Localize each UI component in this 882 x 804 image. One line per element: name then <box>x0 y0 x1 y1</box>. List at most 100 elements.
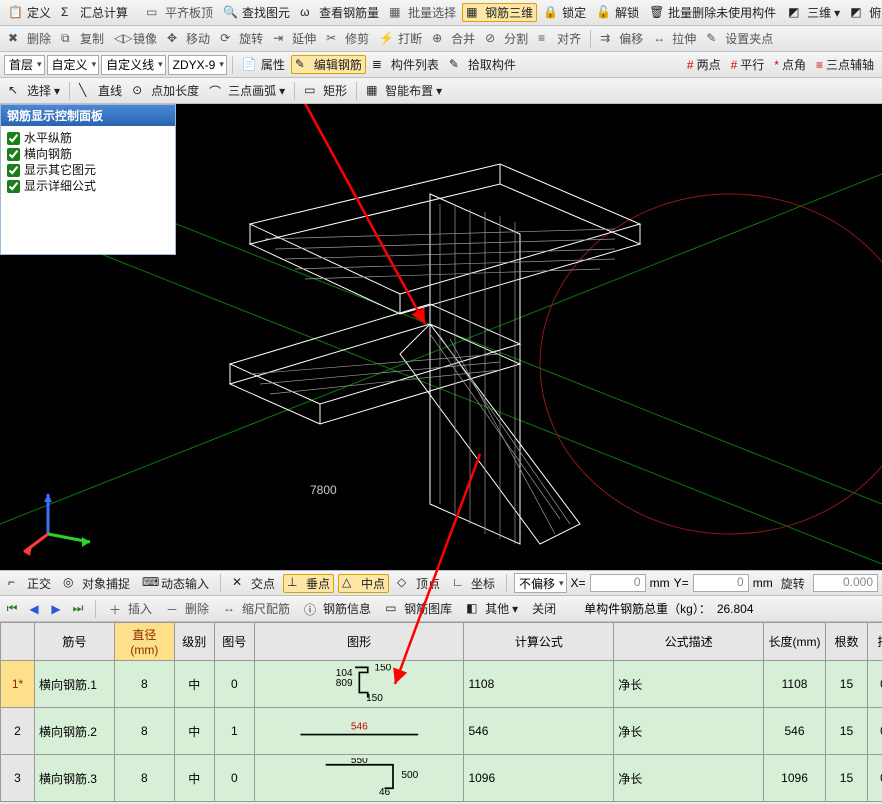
break-button[interactable]: ⚡打断 <box>375 29 426 48</box>
cell[interactable]: 中 <box>174 708 214 755</box>
persp-button[interactable]: ◩俯视▾ <box>846 3 882 22</box>
editrebar-button[interactable]: ✎编辑钢筋 <box>291 55 366 74</box>
cell[interactable]: 横向钢筋.1 <box>34 661 114 708</box>
stretch-button[interactable]: ↔拉伸 <box>649 29 700 48</box>
arc3-button[interactable]: ⌒三点画弧▾ <box>205 81 289 100</box>
rotlbl[interactable]: 旋转 <box>777 574 809 593</box>
customline-dropdown[interactable]: 自定义线▾ <box>101 55 166 75</box>
cell[interactable]: 1* <box>1 661 35 708</box>
cell[interactable]: 546 <box>254 708 464 755</box>
batchdel-button[interactable]: 🗑批量删除未使用构件 <box>645 3 780 22</box>
cell[interactable]: 0 <box>214 755 254 802</box>
trim-button[interactable]: ✂修剪 <box>322 29 373 48</box>
move-button[interactable]: ✥移动 <box>163 29 214 48</box>
perp-snap[interactable]: ⊥垂点 <box>283 574 334 593</box>
cell[interactable]: 0 <box>867 755 882 802</box>
col-7[interactable]: 公式描述 <box>614 623 764 661</box>
define-button[interactable]: 📋定义 <box>4 3 55 22</box>
offset-button[interactable]: ⇉偏移 <box>596 29 647 48</box>
cell[interactable]: 中 <box>174 661 214 708</box>
col-8[interactable]: 长度(mm) <box>764 623 826 661</box>
parallel-button[interactable]: #平行 <box>727 55 769 74</box>
cell[interactable]: 1108 <box>464 661 614 708</box>
cell[interactable]: 净长 <box>614 755 764 802</box>
table-row[interactable]: 1*横向钢筋.18中01501048091501108净长1108150 <box>1 661 882 708</box>
twopoint-button[interactable]: #两点 <box>683 55 725 74</box>
floor-dropdown[interactable]: 首层▾ <box>4 55 45 75</box>
close-button[interactable]: 关闭 <box>528 599 560 618</box>
rebarinfo-button[interactable]: ⓘ钢筋信息 <box>300 599 375 618</box>
col-3[interactable]: 级别 <box>174 623 214 661</box>
custom-dropdown[interactable]: 自定义▾ <box>47 55 100 75</box>
mirror-button[interactable]: ◁▷镜像 <box>110 29 161 48</box>
cell[interactable]: 0 <box>867 661 882 708</box>
cell[interactable]: 8 <box>114 708 174 755</box>
dyninput-toggle[interactable]: ⌨动态输入 <box>138 574 213 593</box>
vertex-snap[interactable]: ◇顶点 <box>393 574 444 593</box>
cell[interactable]: 1096 <box>764 755 826 802</box>
table-row[interactable]: 2横向钢筋.28中1546546净长546150 <box>1 708 882 755</box>
cell[interactable]: 8 <box>114 755 174 802</box>
cell[interactable]: 净长 <box>614 661 764 708</box>
osnap-toggle[interactable]: ◎对象捕捉 <box>59 574 134 593</box>
cell[interactable]: 0 <box>867 708 882 755</box>
col-9[interactable]: 根数 <box>826 623 868 661</box>
cell[interactable]: 55050046 <box>254 755 464 802</box>
cell[interactable]: 150104809150 <box>254 661 464 708</box>
cell[interactable]: 8 <box>114 661 174 708</box>
next-button[interactable]: ▶ <box>48 601 64 617</box>
addlen-button[interactable]: ⊙点加长度 <box>128 81 203 100</box>
ptangle-button[interactable]: *点角 <box>770 55 810 74</box>
rotate-button[interactable]: ⟳旋转 <box>216 29 267 48</box>
split-button[interactable]: ⊘分割 <box>481 29 532 48</box>
cell[interactable]: 1108 <box>764 661 826 708</box>
chk-showother[interactable]: 显示其它图元 <box>7 162 169 178</box>
flat-button[interactable]: ▭平齐板顶 <box>142 3 217 22</box>
code-dropdown[interactable]: ZDYX-9▾ <box>168 55 227 75</box>
merge-button[interactable]: ⊕合并 <box>428 29 479 48</box>
intersect-snap[interactable]: ✕交点 <box>228 574 279 593</box>
col-6[interactable]: 计算公式 <box>464 623 614 661</box>
ortho-toggle[interactable]: ⌐正交 <box>4 574 55 593</box>
threeaux-button[interactable]: ≡三点辅轴 <box>812 55 878 74</box>
first-button[interactable]: ⏮ <box>4 601 20 617</box>
scale-button[interactable]: ↔缩尺配筋 <box>219 599 294 618</box>
grip-button[interactable]: ✎设置夹点 <box>702 29 777 48</box>
rot-input[interactable]: 0.000 <box>813 574 878 592</box>
delete-row-button[interactable]: －删除 <box>162 599 213 618</box>
cell[interactable]: 3 <box>1 755 35 802</box>
attr-button[interactable]: 📄属性 <box>238 55 289 74</box>
prev-button[interactable]: ◀ <box>26 601 42 617</box>
smart-button[interactable]: ▦智能布置▾ <box>362 81 446 100</box>
col-2[interactable]: 直径(mm) <box>114 623 174 661</box>
cell[interactable]: 15 <box>826 755 868 802</box>
cell[interactable]: 0 <box>214 661 254 708</box>
complist-button[interactable]: ≣构件列表 <box>368 55 443 74</box>
coord-snap[interactable]: ∟坐标 <box>448 574 499 593</box>
view3d-button[interactable]: ◩三维▾ <box>784 3 844 22</box>
x-input[interactable]: 0 <box>590 574 646 592</box>
rebarqty-button[interactable]: ω查看钢筋量 <box>296 3 383 22</box>
cell[interactable]: 1096 <box>464 755 614 802</box>
last-button[interactable]: ⏭ <box>70 601 86 617</box>
delete-button[interactable]: ✖删除 <box>4 29 55 48</box>
col-10[interactable]: 搭 <box>867 623 882 661</box>
col-4[interactable]: 图号 <box>214 623 254 661</box>
offset-dropdown[interactable]: 不偏移▾ <box>514 573 567 593</box>
viewport-3d[interactable]: 7800 钢筋显示控制面板 水平纵筋 横向钢筋 显示其它图元 显示详细公式 <box>0 104 882 570</box>
y-input[interactable]: 0 <box>693 574 749 592</box>
cell[interactable]: 横向钢筋.3 <box>34 755 114 802</box>
line-button[interactable]: ╲直线 <box>75 81 126 100</box>
chk-horizontal[interactable]: 水平纵筋 <box>7 130 169 146</box>
cell[interactable]: 中 <box>174 755 214 802</box>
col-5[interactable]: 图形 <box>254 623 464 661</box>
chk-showdetail[interactable]: 显示详细公式 <box>7 178 169 194</box>
mid-snap[interactable]: △中点 <box>338 574 389 593</box>
cell[interactable]: 546 <box>764 708 826 755</box>
rebarlib-button[interactable]: ▭钢筋图库 <box>381 599 456 618</box>
batchsel-button[interactable]: ▦批量选择 <box>385 3 460 22</box>
other-button[interactable]: ◧其他▾ <box>462 599 522 618</box>
find-button[interactable]: 🔍查找图元 <box>219 3 294 22</box>
cell[interactable]: 15 <box>826 708 868 755</box>
insert-button[interactable]: ＋插入 <box>105 599 156 618</box>
